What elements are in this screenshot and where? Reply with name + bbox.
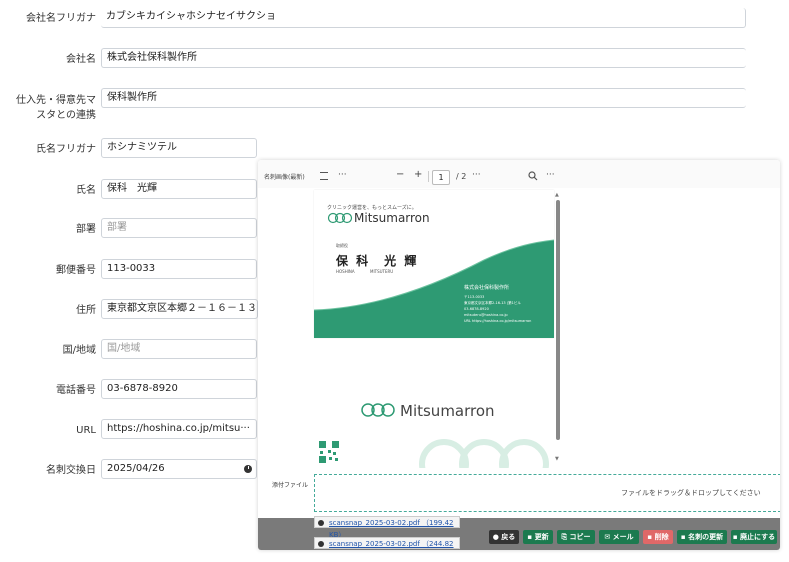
- person-kana-value: ホシナミツテル: [107, 142, 177, 153]
- brand-logo-large-icon: [361, 403, 395, 417]
- card-romaji-family: HOSHINA: [336, 269, 355, 274]
- pdf-scrollbar[interactable]: [556, 200, 560, 440]
- label-company-kana: 会社名フリガナ: [26, 13, 96, 24]
- zoom-in-button[interactable]: +: [414, 169, 422, 180]
- delete-button-label: 削除: [654, 533, 669, 541]
- card-preview-panel: 名刺画像(最新) ··· − + 1 / 2 ··· ··· クリニック運営を、…: [258, 160, 780, 550]
- card-update-button-label: 名刺の更新: [688, 533, 724, 541]
- mail-button[interactable]: ✉ メール: [599, 530, 639, 544]
- company-name-input[interactable]: 株式会社保科製作所: [101, 48, 746, 68]
- label-department: 部署: [76, 224, 96, 235]
- url-value: https://hoshina.co.jp/mitsu···: [107, 423, 250, 434]
- company-kana-value: カブシキカイシャホシナセイサクショ: [106, 11, 276, 22]
- toolbar-more-center[interactable]: ···: [472, 170, 481, 180]
- department-placeholder: 部署: [107, 222, 127, 233]
- person-kana-input[interactable]: ホシナミツテル: [101, 138, 257, 158]
- back-button-label: 戻る: [501, 533, 516, 541]
- pdf-toolbar: [258, 160, 780, 188]
- attachment-file-1[interactable]: scansnap_2025-03-02.pdf （199.42 KB）: [314, 516, 460, 539]
- person-name-input[interactable]: 保科 光輝: [101, 179, 257, 199]
- label-address: 住所: [76, 305, 96, 316]
- business-card-front: クリニック運営を、もっとスムーズに。 Mitsumarron 取締役 保 科 光…: [314, 190, 554, 338]
- label-person-kana: 氏名フリガナ: [36, 144, 96, 155]
- update-button-label: 更新: [534, 533, 549, 541]
- search-icon[interactable]: [528, 171, 538, 181]
- discontinue-button[interactable]: ▪ 廃止にする: [731, 530, 777, 544]
- label-postal-code: 郵便番号: [56, 265, 96, 276]
- page-total: / 2: [456, 172, 467, 181]
- label-country: 国/地域: [62, 345, 96, 356]
- back-button[interactable]: ● 戻る: [489, 530, 519, 544]
- file-drop-zone[interactable]: ファイルをドラッグ＆ドロップしてください: [314, 474, 780, 512]
- address-value: 東京都文京区本郷２－１６－１３: [107, 303, 257, 314]
- clock-icon[interactable]: [244, 465, 252, 473]
- company-kana-input[interactable]: カブシキカイシャホシナセイサクショ: [101, 8, 746, 28]
- label-supplier-link-line2: スタとの連携: [36, 110, 96, 121]
- card-update-button[interactable]: ▪ 名刺の更新: [677, 530, 727, 544]
- card-person-name: 保 科 光 輝: [336, 254, 419, 268]
- label-phone: 電話番号: [56, 385, 96, 396]
- department-input[interactable]: 部署: [101, 218, 257, 238]
- pdf-viewer[interactable]: クリニック運営を、もっとスムーズに。 Mitsumarron 取締役 保 科 光…: [304, 188, 566, 468]
- scroll-up-icon[interactable]: ▲: [555, 192, 559, 198]
- page-number-input[interactable]: 1: [432, 170, 450, 185]
- update-button[interactable]: ▪ 更新: [523, 530, 553, 544]
- label-supplier-link-line1: 仕入先・得意先マ: [16, 95, 96, 106]
- phone-value: 03-6878-8920: [107, 383, 178, 394]
- sidebar-toggle-icon[interactable]: [320, 172, 328, 180]
- card-back-brand: Mitsumarron: [400, 402, 495, 420]
- card-tagline: クリニック運営を、もっとスムーズに。: [327, 205, 417, 211]
- company-name-value: 株式会社保科製作所: [107, 52, 197, 63]
- delete-button[interactable]: ▪ 削除: [643, 530, 673, 544]
- label-person-name: 氏名: [76, 185, 96, 196]
- qr-code-icon: [318, 440, 340, 464]
- phone-input[interactable]: 03-6878-8920: [101, 379, 257, 399]
- exchange-date-value: 2025/04/26: [107, 463, 165, 474]
- country-placeholder: 国/地域: [107, 343, 141, 354]
- toolbar-more-right[interactable]: ···: [546, 170, 555, 180]
- label-exchange-date: 名刺交換日: [46, 465, 96, 476]
- postal-code-value: 113-0033: [107, 263, 156, 274]
- address-input[interactable]: 東京都文京区本郷２－１６－１３: [101, 299, 258, 319]
- card-contact-block: 〒113-0033 東京都文京区本郷2-16-13 (第1ビル 03-6878-…: [464, 294, 531, 324]
- label-supplier-link: 仕入先・得意先マ スタとの連携: [0, 94, 96, 122]
- toolbar-more-left[interactable]: ···: [338, 170, 347, 180]
- card-company: 株式会社保科製作所: [464, 285, 510, 291]
- card-romaji-given: MITSUTERU: [370, 269, 394, 274]
- card-image-label: 名刺画像(最新): [264, 174, 305, 181]
- toolbar-divider: [428, 171, 429, 182]
- label-url: URL: [76, 425, 96, 436]
- decorative-rings: [419, 439, 549, 468]
- attachment-file-2[interactable]: scansnap_2025-03-02.pdf （244.82 KB）: [314, 537, 460, 549]
- discontinue-button-label: 廃止にする: [740, 533, 776, 541]
- supplier-link-value: 保科製作所: [107, 92, 157, 103]
- postal-code-input[interactable]: 113-0033: [101, 259, 257, 279]
- card-brand-name: Mitsumarron: [354, 211, 430, 225]
- zoom-out-button[interactable]: −: [396, 169, 404, 180]
- card-url: URL https://hoshina.co.jp/mitsumarron: [464, 319, 532, 323]
- copy-button[interactable]: ⎘ コピー: [557, 530, 595, 544]
- business-card-back: Mitsumarron: [314, 340, 554, 468]
- card-title: 取締役: [336, 243, 348, 248]
- brand-logo-icon: [327, 212, 353, 224]
- copy-button-label: コピー: [569, 533, 591, 541]
- country-input[interactable]: 国/地域: [101, 339, 257, 359]
- scroll-down-icon[interactable]: ▼: [555, 456, 559, 462]
- url-input[interactable]: https://hoshina.co.jp/mitsu···: [101, 419, 257, 439]
- attachments-label: 添付ファイル: [272, 482, 309, 489]
- exchange-date-input[interactable]: 2025/04/26: [101, 459, 257, 479]
- person-name-value: 保科 光輝: [107, 183, 157, 194]
- drop-zone-text: ファイルをドラッグ＆ドロップしてください: [621, 489, 761, 497]
- mail-button-label: メール: [612, 533, 634, 541]
- supplier-link-input[interactable]: 保科製作所: [101, 88, 746, 108]
- label-company-name: 会社名: [66, 54, 96, 65]
